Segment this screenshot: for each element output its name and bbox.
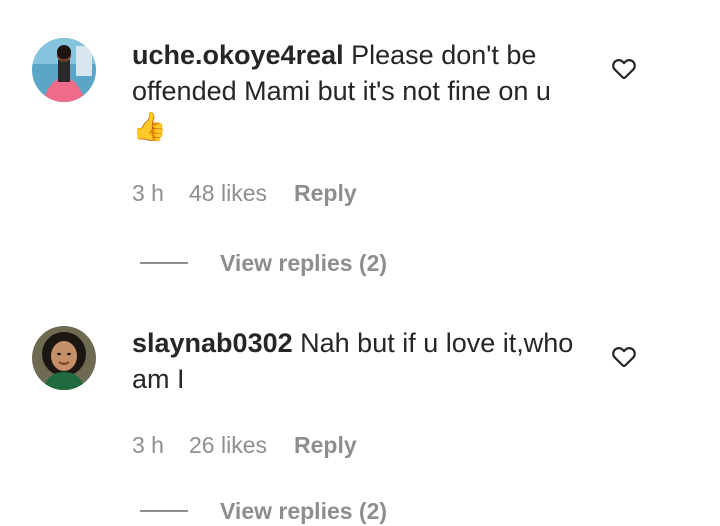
comment-time: 3 h	[132, 432, 164, 458]
comment-meta: 3 h 26 likes Reply	[132, 430, 357, 460]
comment-item: slaynab0302 Nah but if u love it,who am …	[0, 0, 720, 524]
view-replies-label: View replies (2)	[220, 497, 388, 524]
heart-outline-icon[interactable]	[610, 342, 638, 370]
avatar[interactable]	[32, 326, 96, 390]
divider-line	[140, 510, 188, 512]
comment-text: slaynab0302 Nah but if u love it,who am …	[132, 325, 592, 397]
view-replies-button[interactable]: View replies (2)	[140, 496, 387, 526]
comment-likes[interactable]: 26 likes	[189, 430, 294, 460]
reply-button[interactable]: Reply	[294, 430, 357, 460]
comment-username[interactable]: slaynab0302	[132, 328, 293, 358]
